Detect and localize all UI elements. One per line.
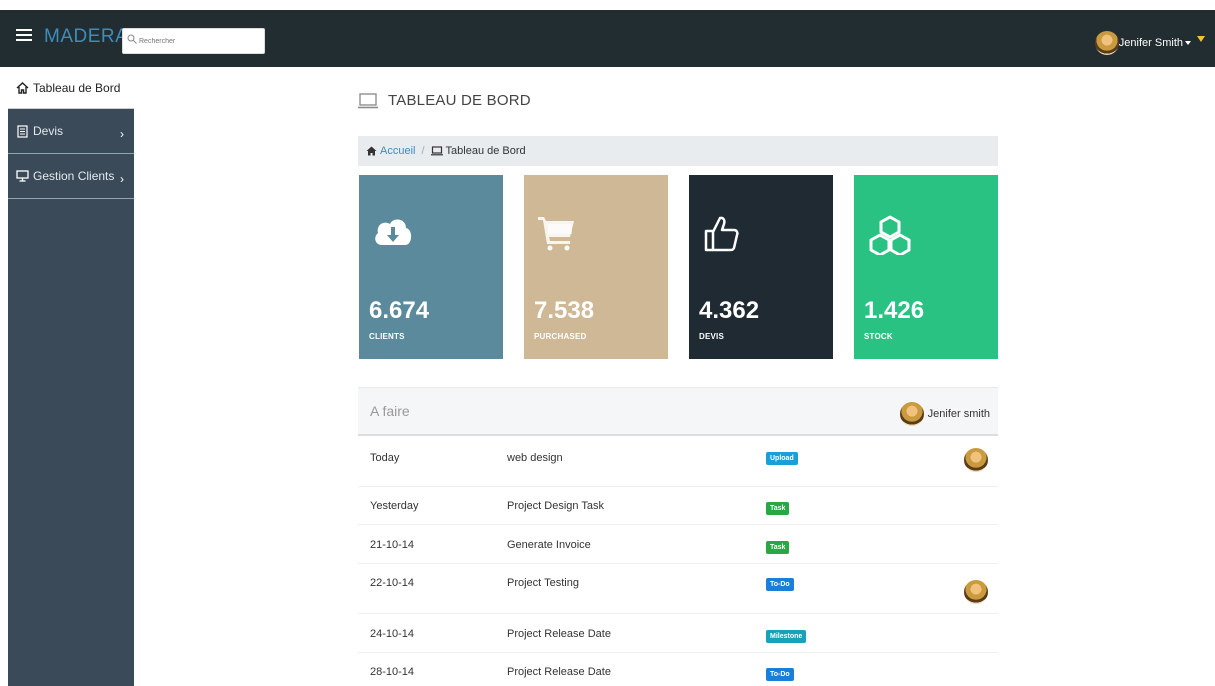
cubes-icon [868, 215, 912, 258]
page-title: TABLEAU DE BORD [388, 92, 531, 109]
status-badge: Upload [766, 452, 798, 465]
cloud-download-icon [373, 215, 413, 252]
status-badge: Task [766, 502, 790, 515]
table-row[interactable]: 24-10-14 Project Release Date Milestone [358, 614, 998, 653]
laptop-icon [430, 146, 443, 156]
sidebar-item-gestion-clients[interactable]: Gestion Clients › [8, 154, 134, 199]
todo-user: Jenifer smith [899, 402, 990, 426]
task-name: Project Release Date [507, 666, 611, 678]
stat-label: DEVIS [699, 332, 725, 341]
todo-user-name: Jenifer smith [927, 408, 990, 420]
sidebar-item-tableau-de-bord[interactable]: Tableau de Bord [8, 67, 134, 109]
assignee-avatar [964, 448, 988, 472]
breadcrumb-current: Tableau de Bord [445, 145, 526, 157]
table-row[interactable]: 28-10-14 Project Release Date To-Do [358, 653, 998, 686]
task-name: Project Release Date [507, 628, 611, 640]
breadcrumb-home-link[interactable]: Accueil [366, 145, 415, 157]
breadcrumb: Accueil / Tableau de Bord [358, 136, 998, 166]
status-badge: To-Do [766, 578, 794, 591]
user-avatar [1094, 31, 1119, 55]
stat-label: PURCHASED [534, 332, 587, 341]
status-badge: Milestone [766, 630, 807, 643]
sidebar-item-label: Tableau de Bord [33, 80, 121, 95]
stat-tile-devis[interactable]: 4.362 DEVIS [689, 175, 833, 359]
stat-tile-purchased[interactable]: 7.538 PURCHASED [524, 175, 668, 359]
stat-label: CLIENTS [369, 332, 405, 341]
document-icon [15, 124, 29, 138]
page-header: TABLEAU DE BORD [358, 92, 531, 109]
task-date: 21-10-14 [370, 539, 415, 551]
todo-panel: A faire Jenifer smith Today web design U… [358, 387, 998, 686]
table-row[interactable]: Today web design Upload [358, 436, 998, 487]
sidebar-item-label: Gestion Clients [33, 169, 115, 183]
task-date: Today [370, 452, 400, 464]
desktop-icon [15, 169, 29, 183]
stat-value: 1.426 [864, 297, 925, 324]
brand-logo[interactable]: MADERA [44, 26, 128, 48]
task-date: 28-10-14 [370, 666, 415, 678]
laptop-icon [358, 92, 378, 108]
user-menu[interactable]: Jenifer Smith [1094, 30, 1205, 56]
task-name: Project Design Task [507, 500, 605, 512]
sidebar-item-devis[interactable]: Devis › [8, 109, 134, 154]
task-name: web design [507, 452, 563, 464]
user-name: Jenifer Smith [1118, 37, 1183, 49]
status-badge: Task [766, 541, 790, 554]
hamburger-menu-icon[interactable] [16, 29, 32, 45]
stat-tile-clients[interactable]: 6.674 CLIENTS [359, 175, 503, 359]
stat-label: STOCK [864, 332, 893, 341]
home-icon [366, 146, 377, 156]
task-date: 24-10-14 [370, 628, 415, 640]
todo-header: A faire Jenifer smith [358, 387, 998, 436]
task-name: Project Testing [507, 577, 579, 589]
sidebar-item-label: Devis [33, 124, 64, 138]
table-row[interactable]: 22-10-14 Project Testing To-Do [358, 564, 998, 614]
stat-tile-stock[interactable]: 1.426 STOCK [854, 175, 998, 359]
top-navbar: MADERA Jenifer Smith [0, 10, 1215, 67]
assignee-avatar [964, 580, 988, 604]
search-box [122, 28, 265, 54]
table-row[interactable]: 21-10-14 Generate Invoice Task [358, 525, 998, 564]
home-icon [15, 81, 29, 95]
dropdown-caret-icon [1197, 36, 1205, 42]
search-icon [127, 34, 137, 44]
search-input[interactable] [139, 29, 263, 53]
thumbs-up-icon [703, 215, 739, 256]
chevron-right-icon: › [120, 172, 124, 186]
user-avatar [899, 402, 924, 426]
sidebar: Tableau de Bord Devis › Gestion Clients … [8, 67, 134, 686]
task-date: 22-10-14 [370, 577, 415, 589]
breadcrumb-separator: / [421, 145, 425, 157]
stat-value: 4.362 [699, 297, 760, 324]
status-badge: To-Do [766, 668, 794, 681]
todo-title: A faire [370, 403, 410, 419]
chevron-right-icon: › [120, 127, 124, 141]
chevron-down-icon [1185, 41, 1191, 45]
breadcrumb-home-label: Accueil [380, 145, 416, 157]
stat-value: 7.538 [534, 297, 595, 324]
stat-value: 6.674 [369, 297, 430, 324]
table-row[interactable]: Yesterday Project Design Task Task [358, 487, 998, 525]
task-date: Yesterday [370, 500, 419, 512]
cart-icon [538, 215, 578, 254]
task-name: Generate Invoice [507, 539, 591, 551]
